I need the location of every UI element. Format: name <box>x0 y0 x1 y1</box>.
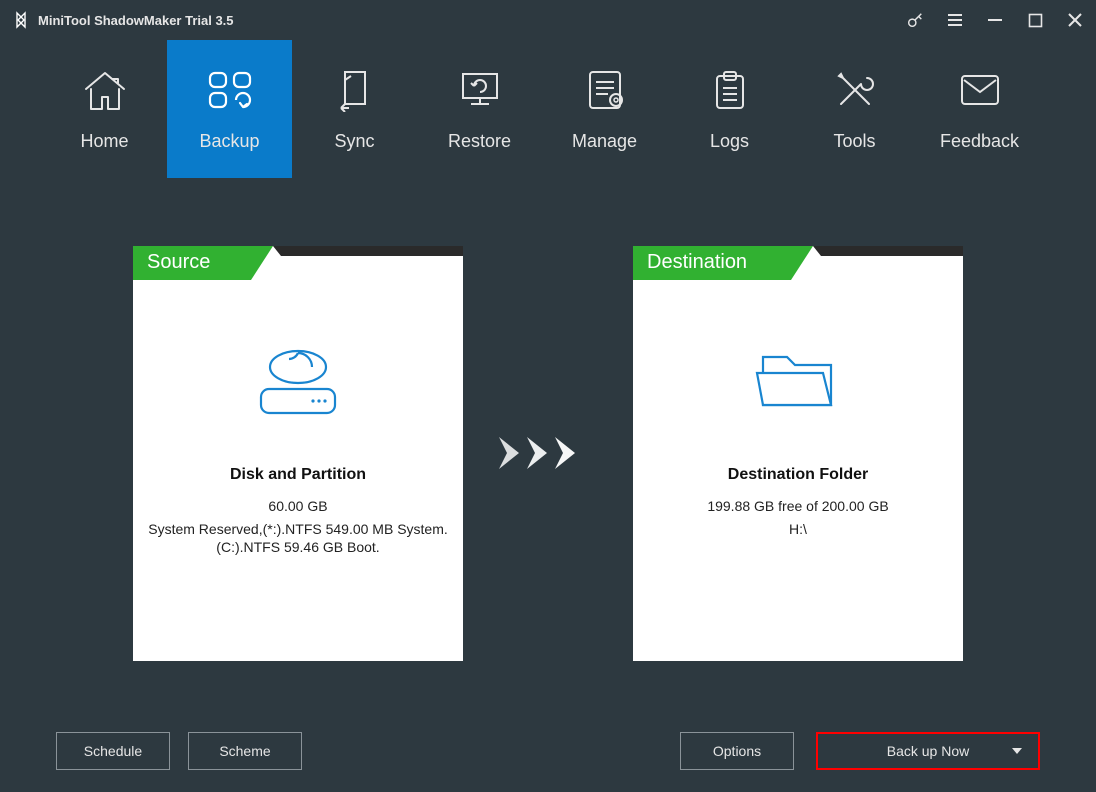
app-title: MiniTool ShadowMaker Trial 3.5 <box>38 13 234 28</box>
options-label: Options <box>713 743 761 759</box>
backup-now-button[interactable]: Back up Now <box>816 732 1040 770</box>
key-icon[interactable] <box>906 11 924 29</box>
nav-backup[interactable]: Backup <box>167 40 292 178</box>
close-icon[interactable] <box>1066 11 1084 29</box>
destination-title: Destination Folder <box>728 466 868 484</box>
schedule-label: Schedule <box>84 743 142 759</box>
scheme-label: Scheme <box>219 743 270 759</box>
minimize-icon[interactable] <box>986 11 1004 29</box>
nav-label: Manage <box>572 131 637 152</box>
app-logo-icon <box>12 11 30 29</box>
nav-label: Sync <box>334 131 374 152</box>
schedule-button[interactable]: Schedule <box>56 732 170 770</box>
nav-sync[interactable]: Sync <box>292 40 417 178</box>
nav-label: Restore <box>448 131 511 152</box>
backup-icon <box>206 67 254 113</box>
content-area: Source Disk and Partition 60.00 GB Syste… <box>0 178 1096 710</box>
source-title: Disk and Partition <box>230 466 366 484</box>
logs-icon <box>711 67 749 113</box>
nav-label: Feedback <box>940 131 1019 152</box>
destination-free: 199.88 GB free of 200.00 GB <box>707 498 888 514</box>
sync-icon <box>335 67 375 113</box>
source-tab-label: Source <box>147 246 210 280</box>
nav-manage[interactable]: Manage <box>542 40 667 178</box>
nav-label: Backup <box>199 131 259 152</box>
nav-label: Home <box>80 131 128 152</box>
restore-icon <box>457 67 503 113</box>
options-button[interactable]: Options <box>680 732 794 770</box>
nav-label: Logs <box>710 131 749 152</box>
nav-bar: Home Backup Sync Restore Manage Logs <box>0 40 1096 178</box>
footer-bar: Schedule Scheme Options Back up Now <box>0 710 1096 792</box>
chevron-down-icon <box>1012 748 1022 754</box>
maximize-icon[interactable] <box>1026 11 1044 29</box>
arrows-icon <box>493 433 603 473</box>
home-icon <box>82 67 128 113</box>
source-details: System Reserved,(*:).NTFS 549.00 MB Syst… <box>134 520 462 558</box>
feedback-icon <box>958 67 1002 113</box>
titlebar: MiniTool ShadowMaker Trial 3.5 <box>0 0 1096 40</box>
nav-restore[interactable]: Restore <box>417 40 542 178</box>
nav-logs[interactable]: Logs <box>667 40 792 178</box>
nav-label: Tools <box>833 131 875 152</box>
tools-icon <box>833 67 877 113</box>
source-size: 60.00 GB <box>268 498 327 514</box>
nav-feedback[interactable]: Feedback <box>917 40 1042 178</box>
nav-tools[interactable]: Tools <box>792 40 917 178</box>
backup-now-label: Back up Now <box>887 743 969 759</box>
manage-icon <box>584 67 626 113</box>
menu-icon[interactable] <box>946 11 964 29</box>
nav-home[interactable]: Home <box>42 40 167 178</box>
disk-icon <box>253 326 343 436</box>
scheme-button[interactable]: Scheme <box>188 732 302 770</box>
source-card[interactable]: Source Disk and Partition 60.00 GB Syste… <box>133 246 463 661</box>
folder-icon <box>751 326 845 436</box>
destination-tab-label: Destination <box>647 246 747 280</box>
destination-card[interactable]: Destination Destination Folder 199.88 GB… <box>633 246 963 661</box>
destination-path: H:\ <box>775 520 821 539</box>
